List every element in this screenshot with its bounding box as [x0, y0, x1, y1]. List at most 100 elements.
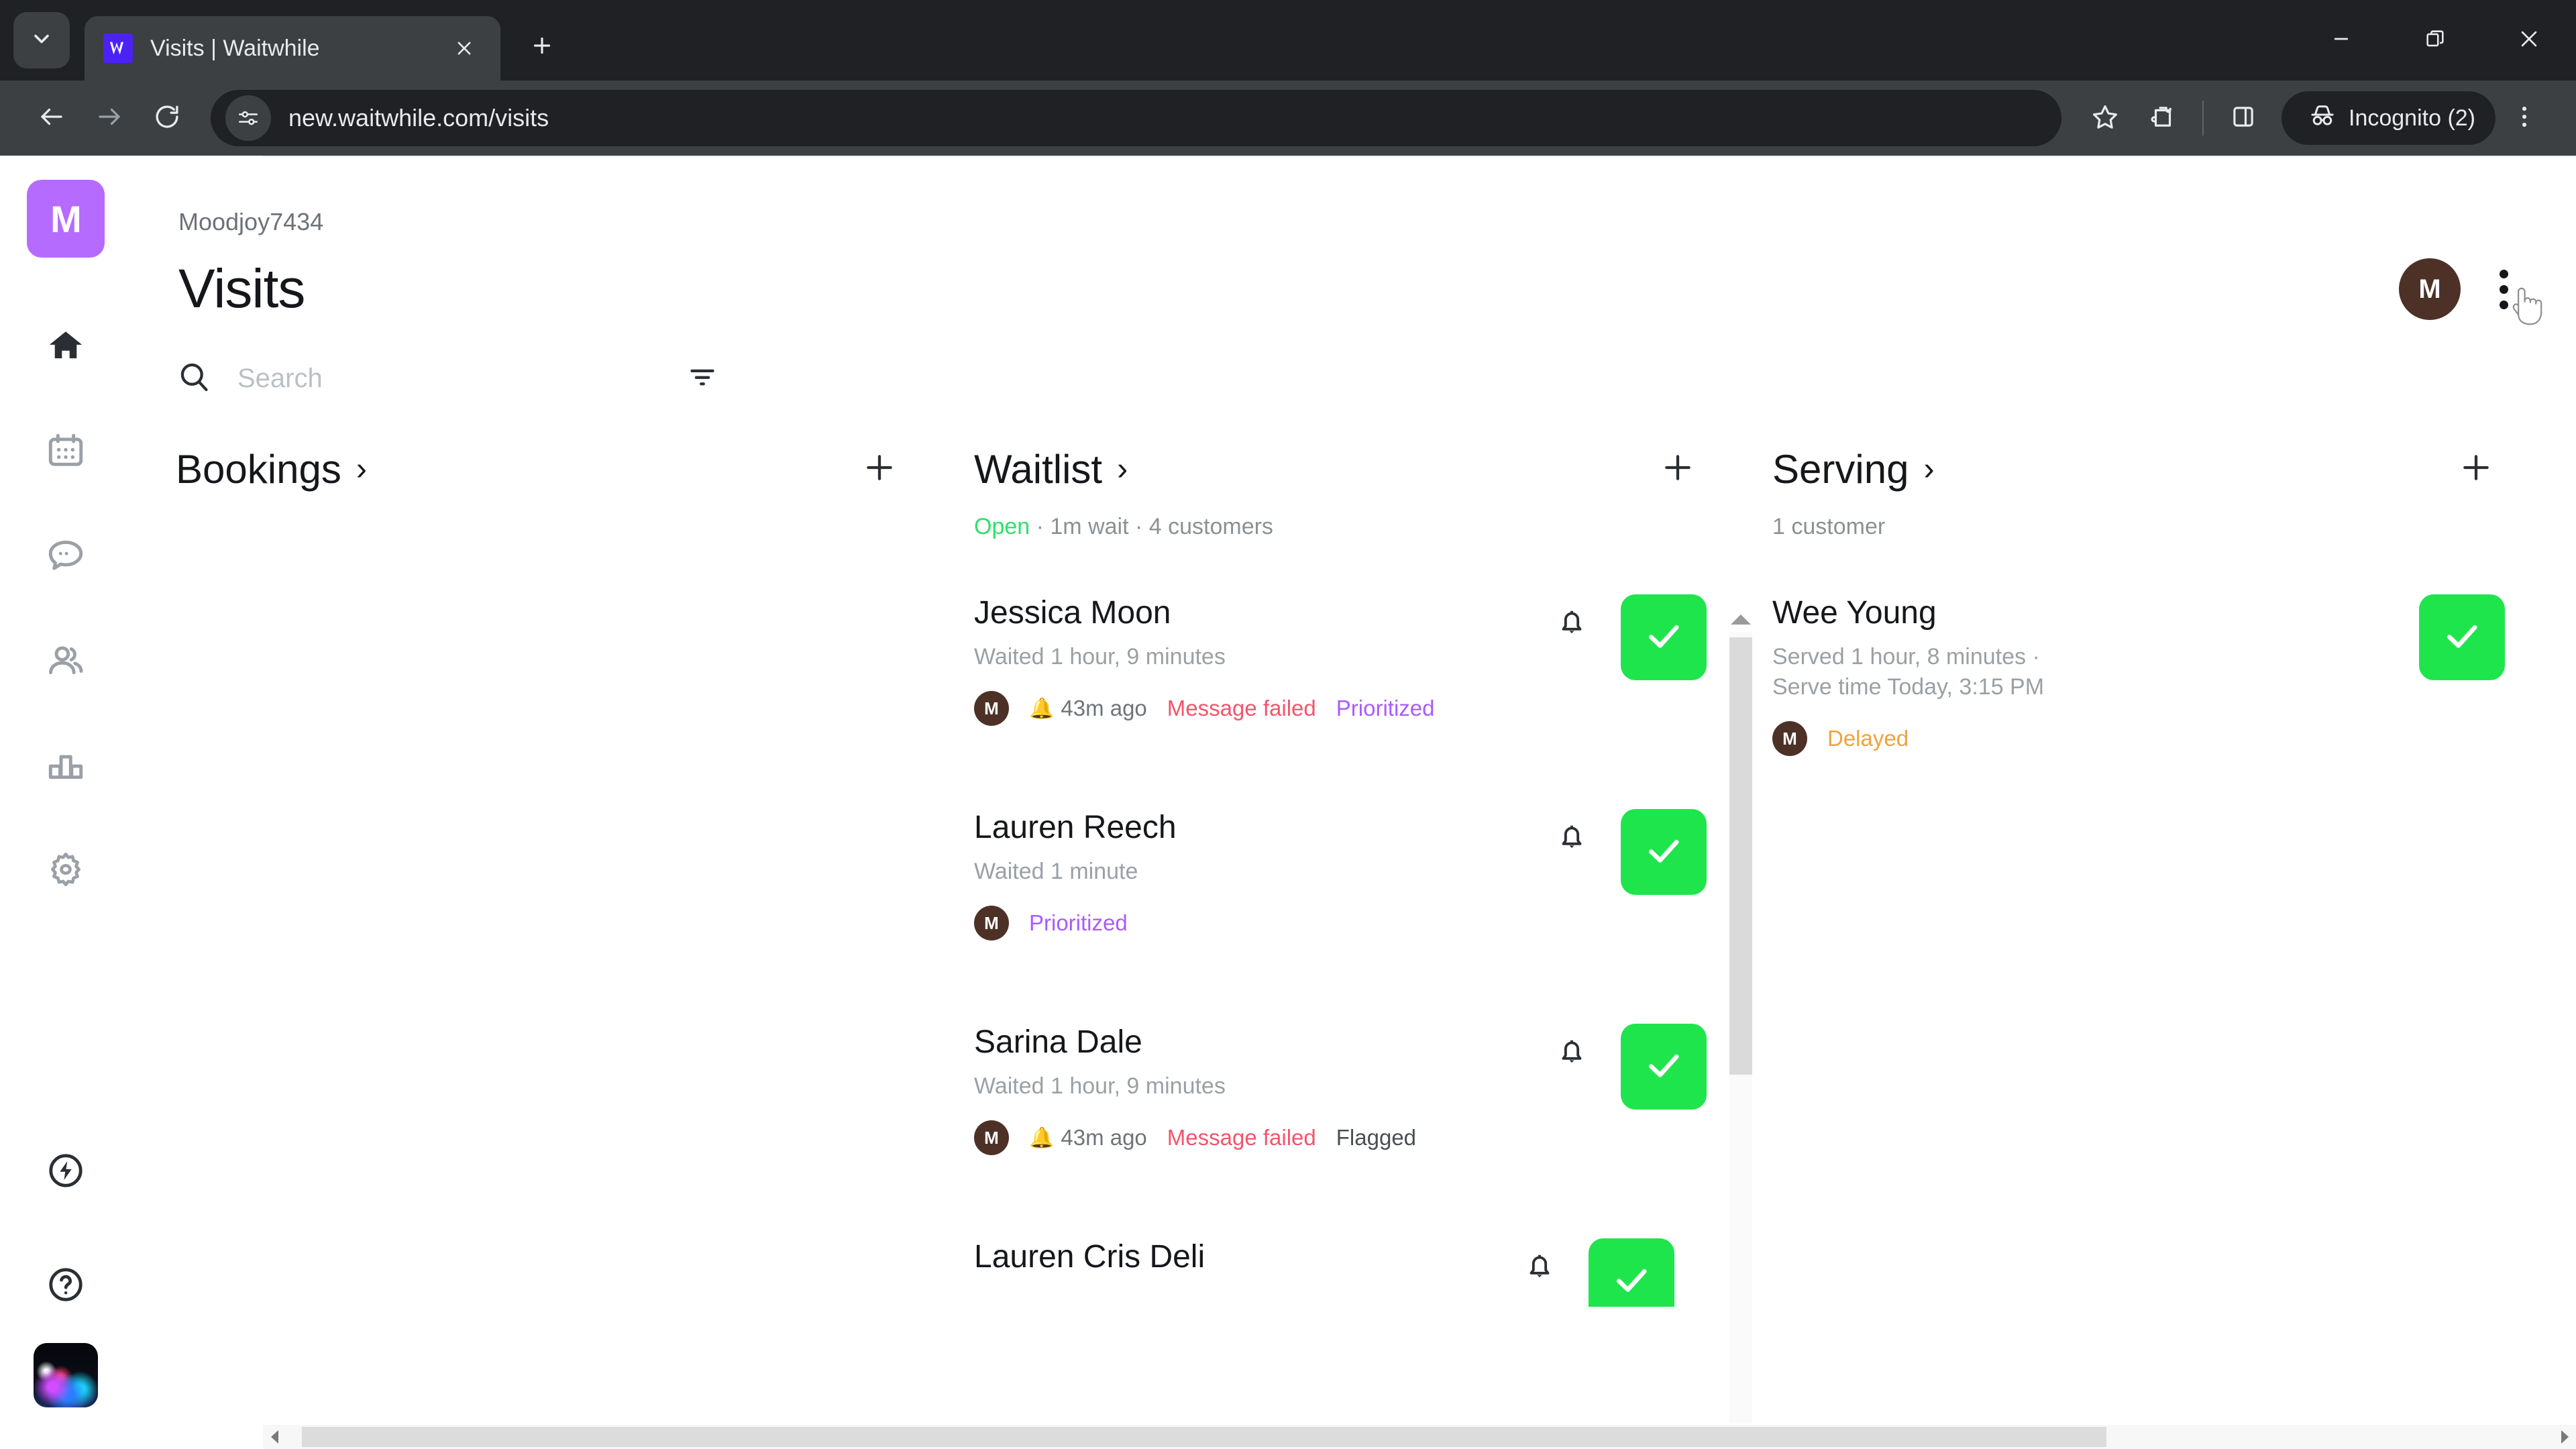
serve-customer-button[interactable]	[1589, 1238, 1674, 1307]
scrollbar-thumb[interactable]	[302, 1427, 2106, 1447]
serve-customer-button[interactable]	[1621, 809, 1707, 895]
last-notified-time: 🔔 43m ago	[1029, 1125, 1147, 1150]
browser-menu-button[interactable]	[2496, 89, 2553, 147]
serve-customer-button[interactable]	[1621, 594, 1707, 680]
minimize-icon	[2330, 28, 2353, 54]
board-horizontal-scrollbar[interactable]	[263, 1425, 2576, 1449]
bookmark-button[interactable]	[2076, 89, 2134, 147]
window-maximize-button[interactable]	[2388, 0, 2482, 80]
avatar-image[interactable]	[34, 1343, 98, 1407]
notify-button[interactable]	[1546, 597, 1598, 649]
add-waitlist-visit-button[interactable]	[1648, 439, 1708, 499]
bar-chart-icon	[45, 744, 87, 789]
notification-bell-icon	[1555, 820, 1589, 857]
close-icon	[2518, 28, 2540, 54]
visit-card[interactable]: Lauren Cris Deli	[974, 1220, 1772, 1307]
customer-name: Lauren Cris Deli	[974, 1239, 1205, 1275]
sidebar-item-automations[interactable]	[29, 1115, 103, 1229]
scrollbar-track[interactable]	[286, 1425, 2553, 1449]
add-serving-visit-button[interactable]	[2446, 439, 2506, 499]
waitlist-cards: Jessica Moon Waited 1 hour, 9 minutes M …	[974, 558, 1772, 1449]
column-bookings: Bookings ›	[176, 408, 974, 1449]
window-close-button[interactable]	[2482, 0, 2576, 80]
browser-tab[interactable]: Visits | Waitwhile	[85, 16, 500, 80]
waitlist-status: Open	[974, 514, 1030, 539]
visit-card-tags: M Delayed	[1772, 721, 2419, 757]
reload-icon	[153, 103, 181, 134]
page-overflow-menu-button[interactable]	[2475, 258, 2542, 325]
sidebar-workspace-logo[interactable]: M	[27, 180, 105, 258]
assignee-initial: M	[984, 698, 999, 718]
extensions-button[interactable]	[2134, 89, 2192, 147]
notification-bell-icon	[1555, 1034, 1589, 1071]
search-placeholder: Search	[237, 363, 323, 393]
visit-card[interactable]: Lauren Reech Waited 1 minute M Prioritiz…	[974, 790, 1772, 1005]
visit-card-tags: M 🔔 43m ago Message failed Prioritized	[974, 691, 1546, 727]
scroll-left-arrow-icon[interactable]	[263, 1425, 286, 1449]
customer-name: Jessica Moon	[974, 595, 1171, 631]
visit-card[interactable]: Jessica Moon Waited 1 hour, 9 minutes M …	[974, 576, 1772, 790]
new-tab-button[interactable]	[518, 23, 566, 71]
sidebar-item-calendar[interactable]	[29, 400, 103, 504]
tab-search-button[interactable]	[13, 12, 70, 68]
waitwhile-logo-icon	[103, 34, 133, 63]
forward-button[interactable]	[80, 89, 138, 147]
sidebar-item-messages[interactable]	[29, 504, 103, 609]
chevron-down-icon	[30, 27, 54, 54]
back-button[interactable]	[23, 89, 80, 147]
workspace-logo-initial: M	[50, 197, 82, 240]
checkmark-icon	[1610, 1258, 1653, 1305]
assignee-avatar: M	[974, 1120, 1009, 1156]
visit-card[interactable]: Wee Young Served 1 hour, 8 minutes · Ser…	[1772, 576, 2571, 790]
header-divider	[263, 156, 2576, 157]
side-panel-button[interactable]	[2214, 89, 2272, 147]
site-settings-icon[interactable]	[225, 95, 271, 141]
chevron-right-icon[interactable]: ›	[1923, 451, 1934, 488]
main-area: Moodjoy7434 Visits M Search Bookings › W…	[131, 156, 2576, 1449]
filter-button[interactable]	[679, 355, 726, 402]
scroll-up-arrow-icon[interactable]	[1727, 606, 1755, 632]
visit-card[interactable]: Sarina Dale Waited 1 hour, 9 minutes M 🔔…	[974, 1005, 1772, 1220]
complete-visit-button[interactable]	[2419, 594, 2505, 680]
column-title[interactable]: Waitlist	[974, 446, 1102, 492]
checkmark-icon	[1642, 614, 1685, 661]
arrow-left-icon	[38, 103, 66, 134]
visit-card-tags: M 🔔 43m ago Message failed Flagged	[974, 1120, 1546, 1156]
plus-icon	[530, 34, 554, 61]
chevron-right-icon[interactable]: ›	[356, 451, 367, 488]
column-list	[176, 558, 974, 1449]
serving-meta-text: 1 customer	[1772, 514, 1886, 539]
search-input[interactable]: Search	[176, 359, 672, 398]
assignee-avatar: M	[974, 691, 1009, 727]
user-avatar[interactable]: M	[2399, 258, 2461, 320]
column-title[interactable]: Serving	[1772, 446, 1909, 492]
scrollbar-thumb[interactable]	[1729, 637, 1752, 1075]
window-minimize-button[interactable]	[2294, 0, 2388, 80]
notify-button[interactable]	[1546, 812, 1598, 864]
waitlist-scrollbar[interactable]	[1727, 606, 1755, 1449]
assignee-initial: M	[984, 1127, 999, 1148]
address-bar[interactable]: new.waitwhile.com/visits	[211, 90, 2061, 146]
sidebar-item-analytics[interactable]	[29, 714, 103, 818]
customer-name: Sarina Dale	[974, 1024, 1142, 1060]
plus-icon	[861, 449, 898, 489]
status-badge-delayed: Delayed	[1827, 726, 1909, 751]
status-badge-prioritized: Prioritized	[1029, 910, 1128, 936]
scroll-right-arrow-icon[interactable]	[2553, 1425, 2576, 1449]
sidebar-item-customers[interactable]	[29, 609, 103, 714]
sidebar-item-home[interactable]	[29, 295, 103, 400]
sidebar-item-help[interactable]	[29, 1229, 103, 1343]
close-icon[interactable]	[447, 31, 482, 66]
column-title[interactable]: Bookings	[176, 446, 341, 492]
notify-button[interactable]	[1513, 1241, 1566, 1293]
reload-button[interactable]	[138, 89, 196, 147]
status-badge-message-failed: Message failed	[1167, 696, 1316, 721]
add-booking-button[interactable]	[849, 439, 910, 499]
window-controls	[2294, 0, 2576, 80]
notify-button[interactable]	[1546, 1026, 1598, 1079]
sidebar-bottom-nav	[29, 1115, 103, 1449]
serve-customer-button[interactable]	[1621, 1024, 1707, 1110]
chevron-right-icon[interactable]: ›	[1117, 451, 1128, 488]
incognito-indicator[interactable]: Incognito (2)	[2282, 91, 2496, 145]
sidebar-item-settings[interactable]	[29, 818, 103, 923]
